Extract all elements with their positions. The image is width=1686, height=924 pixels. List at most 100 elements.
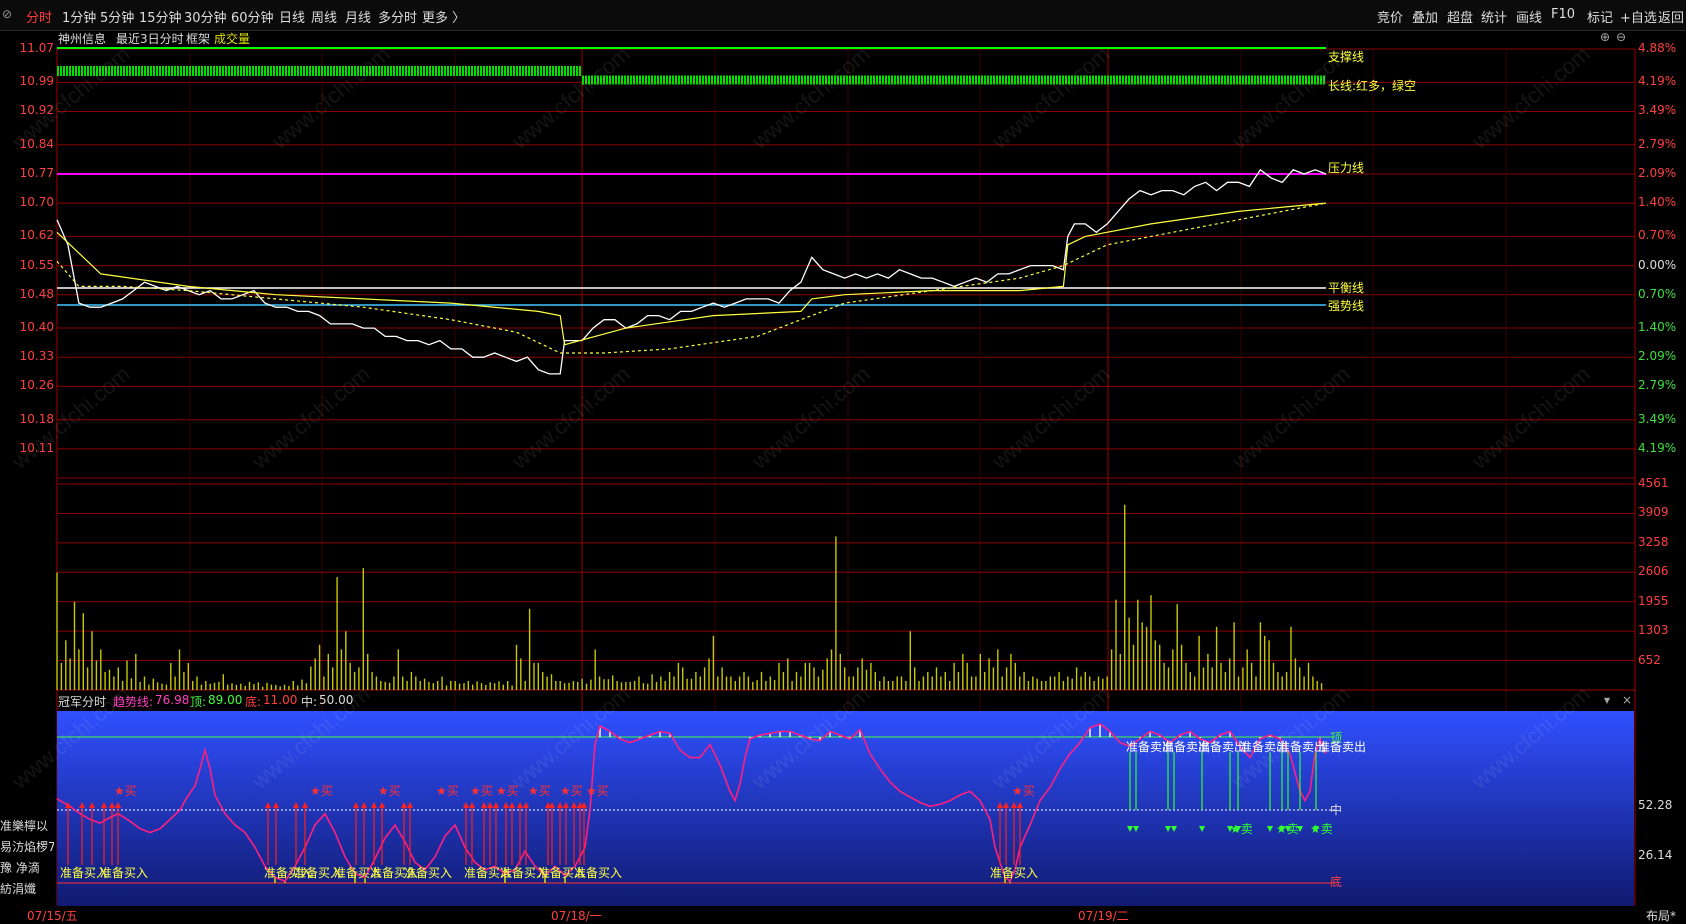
price-axis-left-label: 10.40 [19,320,54,335]
price-axis-right-label: 4.88% [1638,41,1677,55]
f10-button[interactable]: F10 [1551,7,1575,22]
price-axis-left-label: 10.18 [19,411,54,426]
draw-line-button[interactable]: 画线 [1516,7,1542,26]
indicator-axis-lower: 26.14 [1638,848,1673,862]
tab-60min[interactable]: 60分钟 [231,7,274,26]
series-avg [56,202,1327,346]
tab-multi-day[interactable]: 多分时 [378,7,417,26]
buy-star-label: ★买 [528,784,551,798]
price-axis-right-label: 2.09% [1638,165,1677,180]
watermark-text: www.cfchi.com [986,41,1114,154]
overlay-button[interactable]: 叠加 [1412,7,1438,26]
price-axis-left-label: 10.77 [19,165,54,180]
buy-star-label: ★买 [378,784,401,798]
tab-30min[interactable]: 30分钟 [184,7,227,26]
support-line-label: 支撑线 [1328,50,1365,64]
tab-5min[interactable]: 5分钟 [100,7,134,26]
bottom-value: 11.00 [263,693,298,707]
mid-value: 50.00 [319,693,354,707]
watermark-text: www.cfchi.com [746,361,874,474]
trend-value: 76.98 [155,693,190,707]
frame-label[interactable]: 框架 [186,30,210,47]
watermark-text: www.cfchi.com [746,41,874,154]
layout-button[interactable]: 布局* [1646,907,1676,924]
volume-legend: 成交量 [214,32,251,46]
price-axis-left-label: 10.11 [19,440,54,455]
buy-star-label: ★买 [436,784,459,798]
date-label-2: 07/18/一 [551,909,602,923]
zoom-in-icon[interactable]: ⊕ [1600,30,1610,44]
price-axis-left-label: 11.07 [19,41,54,55]
tab-15min[interactable]: 15分钟 [139,7,182,26]
price-axis-left-label: 10.33 [19,349,54,364]
chart-canvas[interactable]: www.cfchi.com www.cfchi.com www.cfchi.com w… [0,30,1686,923]
zoom-out-icon[interactable]: ⊖ [1616,30,1626,44]
buy-star-label: ★买 [1012,784,1035,798]
bottom-tag: 底 [1330,875,1343,889]
mid-label: 中: [301,695,318,709]
sell-star-label: ★卖 [1276,822,1299,836]
price-axis-left-label: 10.62 [19,228,54,243]
back-button[interactable]: 返回 [1658,7,1684,26]
dropdown-icon[interactable]: ▾ [1604,693,1610,707]
watermark-text: www.cfchi.com [1466,41,1594,154]
price-axis-right-label: 2.09% [1638,349,1677,364]
tab-daily[interactable]: 日线 [279,7,305,26]
volume-axis-label: 652 [1638,652,1661,667]
volume-axis-label: 1955 [1638,593,1669,608]
buy-star-label: ★买 [560,784,583,798]
watermark-text: www.cfchi.com [506,41,634,154]
price-axis-right-label: 3.49% [1638,103,1677,118]
more-menu[interactable]: 更多 〉 [422,7,465,26]
buy-star-label: ★买 [496,784,519,798]
add-watchlist-button[interactable]: +自选 [1620,7,1657,26]
buy-prep-label: 准备买入 [100,866,149,880]
pressure-line-label: 压力线 [1328,161,1365,175]
volume-axis-label: 4561 [1638,476,1669,490]
left-panel-row-2[interactable]: 易汸焰椤76 [0,838,54,854]
top-label: 顶: [190,695,207,709]
bidding-button[interactable]: 竞价 [1377,7,1403,26]
watermark-text: www.cfchi.com [246,361,374,474]
tab-weekly[interactable]: 周线 [311,7,337,26]
long-line-label: 长线:红多，绿空 [1328,79,1417,93]
volume-axis-label: 1303 [1638,623,1669,638]
tab-monthly[interactable]: 月线 [345,7,371,26]
price-axis-right-label: 0.70% [1638,286,1677,301]
price-axis-left-label: 10.55 [19,257,54,272]
watermark-text: www.cfchi.com [506,361,634,474]
buy-prep-label: 准备买入 [404,866,453,880]
stats-button[interactable]: 统计 [1481,7,1507,26]
volume-axis-label: 2606 [1638,564,1669,579]
buy-star-label: ★买 [470,784,493,798]
tab-1min[interactable]: 1分钟 [62,7,96,26]
date-label-3: 07/19/二 [1078,909,1129,923]
volume-axis-label: 3258 [1638,534,1669,549]
close-icon[interactable]: × [1622,693,1632,707]
balance-line-label: 平衡线 [1328,281,1365,295]
super-board-button[interactable]: 超盘 [1447,7,1473,26]
buy-star-label: ★买 [586,784,609,798]
strong-line-label: 强势线 [1328,299,1365,313]
range-label[interactable]: 最近3日分时 [116,30,184,47]
mark-button[interactable]: 标记 [1587,7,1613,26]
sell-prep-label: 准备卖出 [1198,740,1247,754]
price-axis-right-label: 2.79% [1638,136,1677,151]
watermark-text: www.cfchi.com [266,41,394,154]
left-panel-row-4[interactable]: 紡涓孅 [0,880,54,896]
buy-prep-label: 准备买入 [574,866,623,880]
price-axis-right-label: 2.79% [1638,378,1677,393]
indicator-name[interactable]: 冠军分时 [58,693,106,710]
volume-axis-label: 3909 [1638,505,1669,520]
price-axis-right-label: 0.70% [1638,228,1677,243]
left-panel-row-1[interactable]: 准樂檸以 [0,817,54,833]
tab-fenshi[interactable]: 分时 [26,7,52,26]
sell-star-label: ★卖 [1230,822,1253,836]
left-panel-row-3[interactable]: 豫 净滴 [0,859,54,875]
sell-star-label: ★卖 [1310,822,1333,836]
stock-name: 神州信息 [58,32,107,46]
series-ma [56,202,1327,354]
date-label-1: 07/15/五 [27,909,78,923]
panel-toggle-icon[interactable]: ⊘ [2,7,12,21]
price-axis-left-label: 10.92 [19,103,54,118]
